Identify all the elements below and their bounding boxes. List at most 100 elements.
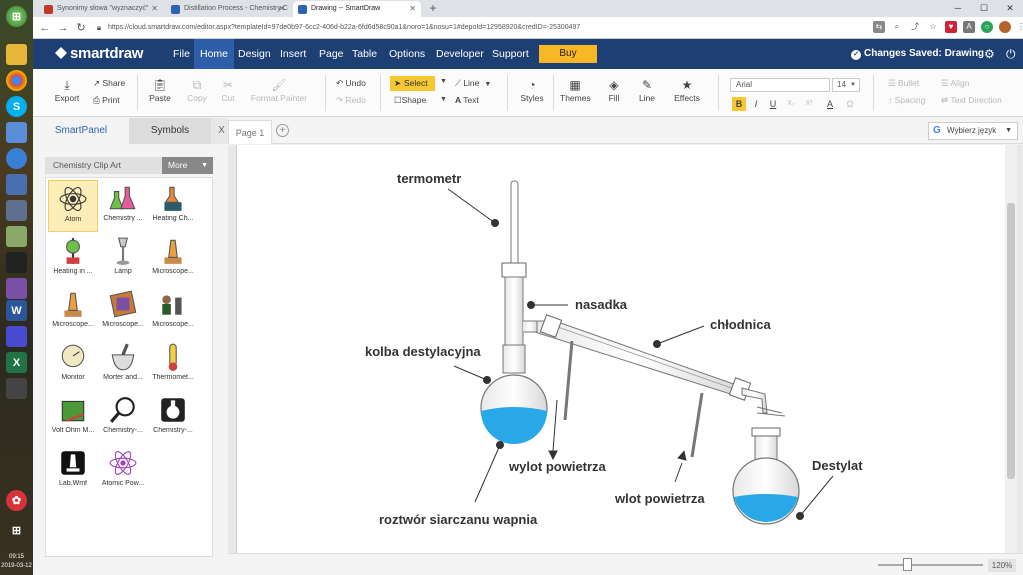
styles-button[interactable]: ◔ Styles [519,77,545,103]
symbol-item[interactable]: Microscope... [98,286,148,338]
label-nasadka[interactable]: nasadka [575,297,627,312]
browser-tab[interactable]: Synonimy słowa "wyznaczyć" ✕ [39,1,163,17]
drawing-page[interactable]: termometr nasadka chłodnica kolba destyl… [236,145,1006,553]
label-kolba[interactable]: kolba destylacyjna [365,344,481,359]
new-tab-button[interactable]: + [426,1,440,15]
underline-button[interactable]: U [766,97,780,111]
symbol-item[interactable]: Lamp [98,233,148,285]
font-size-select[interactable]: 14 ▼ [832,78,860,92]
bullet-button[interactable]: ☰ Bullet [888,78,919,89]
symbol-item[interactable]: Atomic Pow... [98,445,148,497]
add-page-button[interactable]: + [276,124,289,137]
menu-dots-icon[interactable]: ⋮ [1015,21,1023,33]
minimize-icon[interactable]: ─ [945,0,971,17]
menu-table[interactable]: Table [346,39,383,69]
terminal-icon[interactable] [6,252,27,273]
symbol-item[interactable]: Chemistry-... [98,392,148,444]
excel-icon[interactable]: X [6,352,27,373]
print-button[interactable]: ⎙ Print [93,95,120,106]
font-color-button[interactable]: A [823,97,837,111]
menu-home[interactable]: Home [194,39,235,69]
effects-button[interactable]: ★ Effects [673,77,701,103]
format-painter-button[interactable]: 🖌︎ Format Painter [249,77,309,103]
label-termometr[interactable]: termometr [397,171,461,186]
forward-icon[interactable]: → [55,20,71,36]
redo-button[interactable]: ↷ Redo [336,95,366,106]
app-icon[interactable] [6,174,27,195]
symbol-item[interactable]: Volt Ohm M... [48,392,98,444]
share-button[interactable]: ↗ Share [93,78,125,89]
vertical-scrollbar[interactable] [1005,145,1017,553]
app-icon[interactable] [6,122,27,143]
symbol-item[interactable]: Monitor [48,339,98,391]
themes-button[interactable]: ▦ Themes [560,77,591,103]
undo-button[interactable]: ↶ Undo [336,78,366,89]
language-select[interactable]: G Wybierz język ▼ [928,122,1018,140]
line-dropdown-icon[interactable]: ▼ [484,81,491,88]
profile-avatar[interactable] [999,21,1011,33]
subscript-button[interactable]: X₂ [784,97,798,111]
library-name[interactable]: Chemistry Clip Art [45,157,162,174]
power-icon[interactable]: ⏻ [1000,39,1022,69]
symbol-item[interactable]: Morter and... [98,339,148,391]
folder-icon[interactable] [6,44,27,65]
maximize-icon[interactable]: ☐ [971,0,997,17]
shape-dropdown-icon[interactable]: ▼ [440,96,447,103]
scrollbar-thumb[interactable] [1007,203,1015,479]
cut-button[interactable]: ✂ Cut [216,77,240,103]
app-icon[interactable] [6,278,27,299]
label-roztwor[interactable]: roztwór siarczanu wapnia [379,512,537,527]
menu-support[interactable]: Support [486,39,535,69]
close-tab-icon[interactable]: ✕ [151,1,158,17]
close-panel-button[interactable]: X [215,118,228,144]
fill-button[interactable]: ◈ Fill [603,77,625,103]
tab-symbols[interactable]: Symbols [129,118,211,144]
network-icon[interactable] [6,148,27,169]
chrome-icon[interactable] [6,70,27,91]
extension-icon[interactable]: A [963,21,975,33]
symbol-item[interactable]: Chemistry-... [148,392,198,444]
tab-smartpanel[interactable]: SmartPanel [33,118,129,144]
align-button[interactable]: ☰ Align [941,78,969,89]
menu-developer[interactable]: Developer [430,39,490,69]
shield-icon[interactable]: ♥ [945,21,957,33]
close-tab-icon[interactable]: ✕ [409,1,416,17]
bold-button[interactable]: B [732,97,746,111]
settings-icon[interactable]: ⚙ [978,39,1001,69]
address-input[interactable]: https://cloud.smartdraw.com/editor.aspx?… [106,20,866,36]
bookmark-star-icon[interactable]: ☆ [927,21,939,33]
buy-button[interactable]: Buy [539,45,597,63]
line-tool-button[interactable]: ⟋ Line ▼ [455,78,491,89]
label-wlot[interactable]: wlot powietrza [615,491,705,506]
start-orb-icon[interactable]: ⊞ [6,6,27,27]
distillation-flask[interactable] [480,344,548,444]
zoom-level[interactable]: 120% [988,559,1016,572]
symbol-item[interactable]: Heating Ch... [148,180,198,232]
windows-icon[interactable]: ⊞ [6,520,27,541]
symbol-button[interactable]: Ω [843,97,857,111]
symbol-item[interactable]: Chemistry ... [98,180,148,232]
spacing-button[interactable]: ↕ Spacing [888,95,925,105]
symbol-item[interactable]: Microscope... [148,233,198,285]
symbol-item[interactable]: Thermomet... [148,339,198,391]
symbol-item[interactable]: Microscope... [48,286,98,338]
menu-options[interactable]: Options [383,39,431,69]
symbol-item[interactable]: Microscope... [148,286,198,338]
translate-icon[interactable]: ⇆ [873,21,885,33]
word-icon[interactable]: W [6,300,27,321]
flower-icon[interactable]: ✿ [6,490,27,511]
copy-button[interactable]: ⧉ Copy [183,77,211,103]
menu-insert[interactable]: Insert [274,39,312,69]
label-wylot[interactable]: wylot powietrza [509,459,606,474]
menu-design[interactable]: Design [232,39,277,69]
text-direction-button[interactable]: ⇄ Text Direction [941,95,1002,106]
more-button[interactable]: More ▼ [162,157,213,174]
share-icon[interactable]: ⤴ [909,21,921,33]
italic-button[interactable]: I [749,97,763,111]
shape-tool-button[interactable]: ☐Shape [394,95,426,106]
export-button[interactable]: ⤓ Export [53,77,81,103]
select-dropdown-icon[interactable]: ▼ [440,78,447,85]
label-destylat[interactable]: Destylat [812,458,863,473]
browser-tab-active[interactable]: Drawing -- SmartDraw ✕ [293,1,421,17]
back-icon[interactable]: ← [37,20,53,36]
